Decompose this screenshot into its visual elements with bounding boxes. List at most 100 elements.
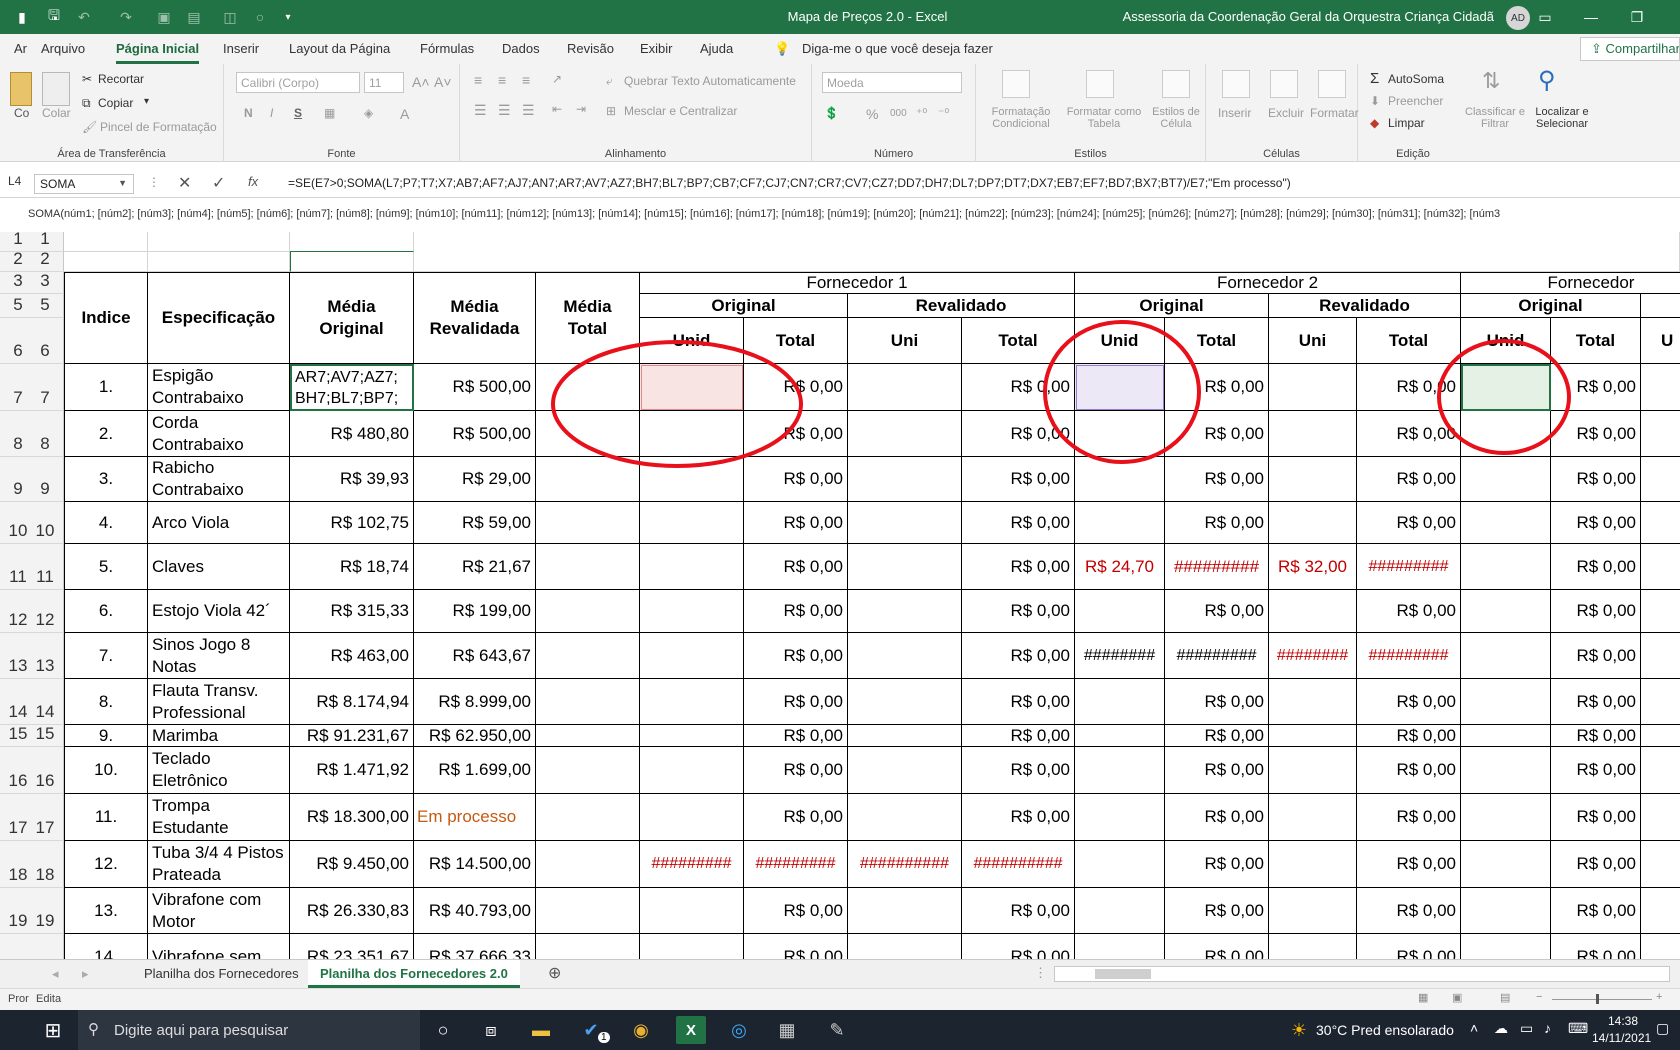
cell-f2-r-total[interactable]: R$ 0,00 [1357,841,1461,888]
header-f1-unid[interactable]: Unid [640,318,744,364]
cell-orig[interactable]: R$ 26.330,83 [290,888,414,934]
italic-button[interactable]: I [270,106,273,120]
cell-f2-o-unid[interactable]: R$ 24,70 [1075,544,1165,590]
cell-f2-r-total[interactable]: R$ 0,00 [1357,934,1461,959]
cell-f1-r-total[interactable]: R$ 0,00 [962,794,1075,841]
row-header[interactable]: 55 [0,294,64,318]
format-cells-button[interactable]: Formatar [1310,106,1359,120]
sort-filter-icon[interactable]: ⇅ [1482,68,1500,94]
cell-f2-o-unid[interactable] [1075,725,1165,747]
cell-f2-r-uni[interactable] [1269,364,1357,411]
cell-f2-r-total[interactable]: R$ 0,00 [1357,502,1461,544]
cell-f2-r-total[interactable]: R$ 0,00 [1357,364,1461,411]
cell-f3-o-total[interactable]: R$ 0,00 [1551,502,1641,544]
clock-time[interactable]: 14:38 [1608,1014,1638,1028]
empty-cell[interactable] [64,232,148,252]
format-table-icon[interactable] [1086,70,1114,98]
cell-f1-o-unid[interactable] [640,633,744,679]
wrap-text-icon[interactable]: ⤶ [606,74,613,89]
cell-f3-r-uni[interactable] [1641,725,1680,747]
cell-f1-r-total[interactable]: R$ 0,00 [962,411,1075,457]
cell-f3-r-uni[interactable] [1641,502,1680,544]
cell-f1-o-total[interactable]: R$ 0,00 [744,411,848,457]
autosum-icon[interactable]: Σ [1370,70,1379,87]
cell-f1-o-unid[interactable] [640,888,744,934]
header-media-revalidada[interactable]: Média Revalidada [414,272,536,364]
header-f1-original[interactable]: Original [640,294,848,318]
cell-f3-r-uni[interactable] [1641,934,1680,959]
row-header[interactable]: 88 [0,411,64,457]
cell-f2-o-total[interactable]: R$ 0,00 [1165,364,1269,411]
cell-spec[interactable]: Estojo Viola 42´ [148,590,290,633]
cell-f1-o-unid[interactable] [640,794,744,841]
zoom-slider-thumb[interactable] [1596,994,1599,1004]
cell-f3-o-total[interactable]: R$ 0,00 [1551,679,1641,725]
cell-styles-icon[interactable] [1162,70,1190,98]
row-header[interactable]: 19 19 [0,888,64,934]
cell-f1-r-total[interactable]: R$ 0,00 [962,590,1075,633]
row-header[interactable]: 15 15 [0,724,64,747]
cell-f1-o-unid[interactable]: ######### [640,841,744,888]
cell-spec[interactable]: Tuba 3/4 4 Pistos Prateada [148,841,290,888]
underline-button[interactable]: S [294,106,302,120]
cell-f2-r-total[interactable]: R$ 0,00 [1357,411,1461,457]
cell-f2-o-total[interactable]: ######### [1165,544,1269,590]
cell-f1-o-total[interactable]: R$ 0,00 [744,633,848,679]
header-media-total[interactable]: Média Total [536,272,640,364]
align-middle-icon[interactable]: ≡ [498,72,506,88]
cell-orig[interactable]: R$ 315,33 [290,590,414,633]
sheet-prev-icon[interactable]: ◂ [52,966,59,982]
cortana-icon[interactable]: ○ [428,1016,458,1044]
cell-f2-o-unid[interactable] [1075,364,1165,411]
sheet-tab-fornecedores[interactable]: Planilha dos Fornecedores [132,960,311,988]
cell-f2-o-unid[interactable]: ######## [1075,633,1165,679]
cell-f2-r-uni[interactable] [1269,725,1357,747]
cell-orig[interactable]: R$ 480,80 [290,411,414,457]
fill-icon[interactable]: ⬇ [1370,94,1380,108]
paint-icon[interactable]: ✎ [822,1016,852,1044]
header-f3-total[interactable]: Total [1551,318,1641,364]
calculator-icon[interactable]: ▦ [772,1016,802,1044]
cell-idx[interactable]: 9. [64,725,148,747]
cell-f2-r-total[interactable]: ######### [1357,544,1461,590]
cell-idx[interactable]: 10. [64,747,148,794]
cell-f3-o-unid[interactable] [1461,502,1551,544]
cell-orig[interactable]: R$ 39,93 [290,457,414,502]
cell-f2-o-unid[interactable] [1075,841,1165,888]
cell-f3-r-uni[interactable] [1641,633,1680,679]
cell-reval[interactable]: R$ 1.699,00 [414,747,536,794]
cell-f3-o-unid[interactable] [1461,794,1551,841]
cell-spec[interactable]: Sinos Jogo 8 Notas [148,633,290,679]
cell-f2-o-total[interactable]: R$ 0,00 [1165,502,1269,544]
bold-button[interactable]: N [244,106,253,120]
clock-date[interactable]: 14/11/2021 [1592,1031,1651,1045]
insert-cells-button[interactable]: Inserir [1218,106,1251,120]
cell-orig[interactable]: R$ 91.231,67 [290,725,414,747]
cell-f1-o-total[interactable]: R$ 0,00 [744,457,848,502]
cell-reval[interactable]: R$ 62.950,00 [414,725,536,747]
cell-total[interactable] [536,502,640,544]
cell-f3-o-unid[interactable] [1461,888,1551,934]
cell-f1-o-total[interactable]: R$ 0,00 [744,747,848,794]
cell-f3-o-unid[interactable] [1461,841,1551,888]
cell-f2-o-unid[interactable] [1075,590,1165,633]
cell-f2-r-uni[interactable] [1269,747,1357,794]
tab-revisao[interactable]: Revisão [567,41,614,56]
row-header[interactable]: 33 [0,271,64,294]
tab-pagina-inicial[interactable]: Página Inicial [116,41,200,64]
row-header[interactable]: 11 11 [0,544,64,590]
file-explorer-icon[interactable]: ▬ [526,1016,556,1044]
cell-spec[interactable]: Vibrafone sem [148,934,290,959]
cell-f2-r-uni[interactable] [1269,411,1357,457]
increase-decimal-icon[interactable]: ⁺⁰ [916,106,927,120]
cell-spec[interactable]: Trompa Estudante [148,794,290,841]
cell-f2-r-uni[interactable] [1269,502,1357,544]
row-header[interactable]: 16 16 [0,747,64,794]
cell-f3-r-uni[interactable] [1641,411,1680,457]
cell-f1-r-total[interactable]: R$ 0,00 [962,725,1075,747]
empty-cell[interactable] [64,252,148,272]
cut-button[interactable]: Recortar [98,72,144,86]
chrome-icon[interactable]: ◉ [626,1016,656,1044]
row-header[interactable]: 22 [0,249,64,272]
cell-total[interactable] [536,679,640,725]
